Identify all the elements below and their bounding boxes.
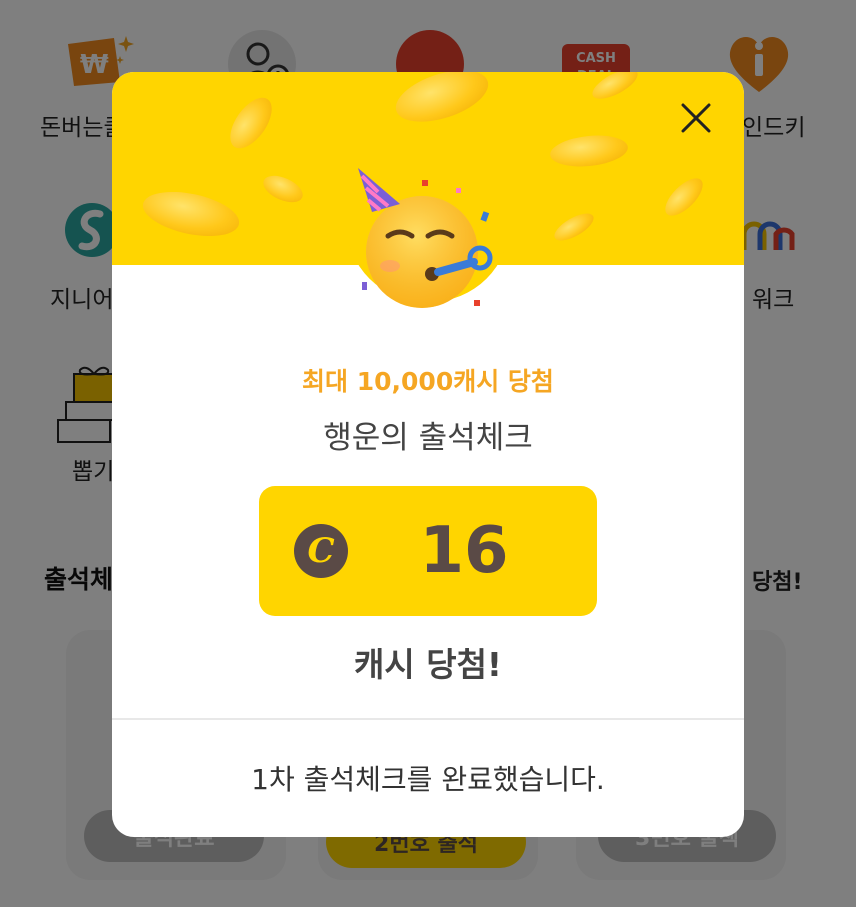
cash-result-box: C 16 <box>259 486 597 616</box>
modal-divider <box>112 718 744 720</box>
attendance-result-modal: 최대 10,000캐시 당첨 행운의 출석체크 C 16 캐시 당첨! 1차 출… <box>112 72 744 837</box>
cash-won-text: 캐시 당첨! <box>354 645 502 684</box>
close-icon[interactable] <box>678 100 714 136</box>
coin-icon <box>259 170 307 208</box>
coin-icon <box>588 72 642 105</box>
cash-coin-icon: C <box>294 524 348 578</box>
coin-icon <box>389 72 495 132</box>
close-button[interactable] <box>678 100 714 136</box>
coin-icon <box>138 184 244 244</box>
coin-icon <box>659 172 709 222</box>
attendance-complete-message: 1차 출석체크를 완료했습니다. <box>251 763 605 796</box>
cash-amount: 16 <box>419 514 509 588</box>
party-face-icon <box>352 162 512 312</box>
coin-icon <box>222 90 280 156</box>
coin-icon <box>550 208 598 246</box>
modal-title: 행운의 출석체크 <box>323 420 533 456</box>
coin-icon <box>548 132 630 170</box>
max-cash-subtitle: 최대 10,000캐시 당첨 <box>302 367 554 396</box>
